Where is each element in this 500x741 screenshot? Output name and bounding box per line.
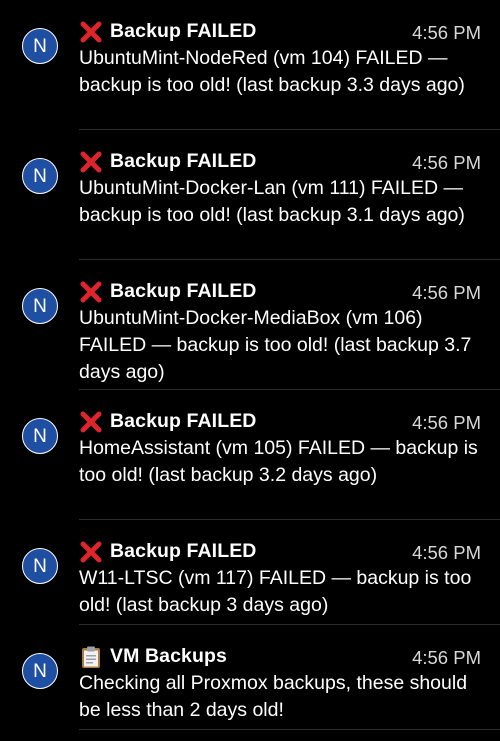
notification-body: HomeAssistant (vm 105) FAILED — backup i… (79, 437, 478, 486)
avatar-letter: N (33, 35, 47, 57)
app-avatar: N (22, 548, 58, 584)
notification-item[interactable]: N Backup FAILED 4:56 PM UbuntuMint-NodeR… (0, 0, 500, 130)
avatar-letter: N (33, 555, 47, 577)
notification-item[interactable]: N Backup FAILED 4:56 PM UbuntuMint-Docke… (0, 260, 500, 390)
avatar-letter: N (33, 660, 47, 682)
notification-time: 4:56 PM (412, 412, 481, 433)
notification-body: UbuntuMint-NodeRed (vm 104) FAILED — bac… (79, 47, 465, 96)
notification-body: Checking all Proxmox backups, these shou… (79, 672, 468, 721)
notification-title: Backup FAILED (110, 150, 257, 172)
app-avatar: N (22, 288, 58, 324)
notification-item[interactable]: N Backup FAILED 4:56 PM HomeAssistant (v… (0, 390, 500, 520)
app-avatar: N (22, 653, 58, 689)
notification-time: 4:56 PM (412, 542, 481, 563)
notification-time: 4:56 PM (412, 22, 481, 43)
app-avatar: N (22, 28, 58, 64)
notification-title: Backup FAILED (110, 280, 257, 302)
notification-time: 4:56 PM (412, 282, 481, 303)
notification-item[interactable]: N VM Backups 4:56 PM Checking all Proxmo… (0, 625, 500, 730)
notification-item[interactable]: N Backup FAILED 4:56 PM UbuntuMint-Docke… (0, 130, 500, 260)
notification-title: Backup FAILED (110, 20, 257, 42)
notification-item[interactable]: N Backup FAILED 4:56 PM W11-LTSC (vm 117… (0, 520, 500, 625)
notification-body: UbuntuMint-Docker-MediaBox (vm 106) FAIL… (79, 307, 472, 383)
red-cross-icon (79, 20, 103, 44)
app-avatar: N (22, 158, 58, 194)
red-cross-icon (79, 540, 103, 564)
clipboard-icon (79, 645, 103, 669)
app-avatar: N (22, 418, 58, 454)
notification-time: 4:56 PM (412, 647, 481, 668)
notification-list: N Backup FAILED 4:56 PM UbuntuMint-NodeR… (0, 0, 500, 730)
divider (79, 729, 500, 730)
notification-body: W11-LTSC (vm 117) FAILED — backup is too… (79, 567, 472, 616)
notification-title: Backup FAILED (110, 410, 257, 432)
avatar-letter: N (33, 295, 47, 317)
notification-title: Backup FAILED (110, 540, 257, 562)
notification-body: UbuntuMint-Docker-Lan (vm 111) FAILED — … (79, 177, 465, 226)
avatar-letter: N (33, 425, 47, 447)
red-cross-icon (79, 150, 103, 174)
notification-time: 4:56 PM (412, 152, 481, 173)
red-cross-icon (79, 280, 103, 304)
notification-title: VM Backups (110, 645, 227, 667)
avatar-letter: N (33, 165, 47, 187)
red-cross-icon (79, 410, 103, 434)
